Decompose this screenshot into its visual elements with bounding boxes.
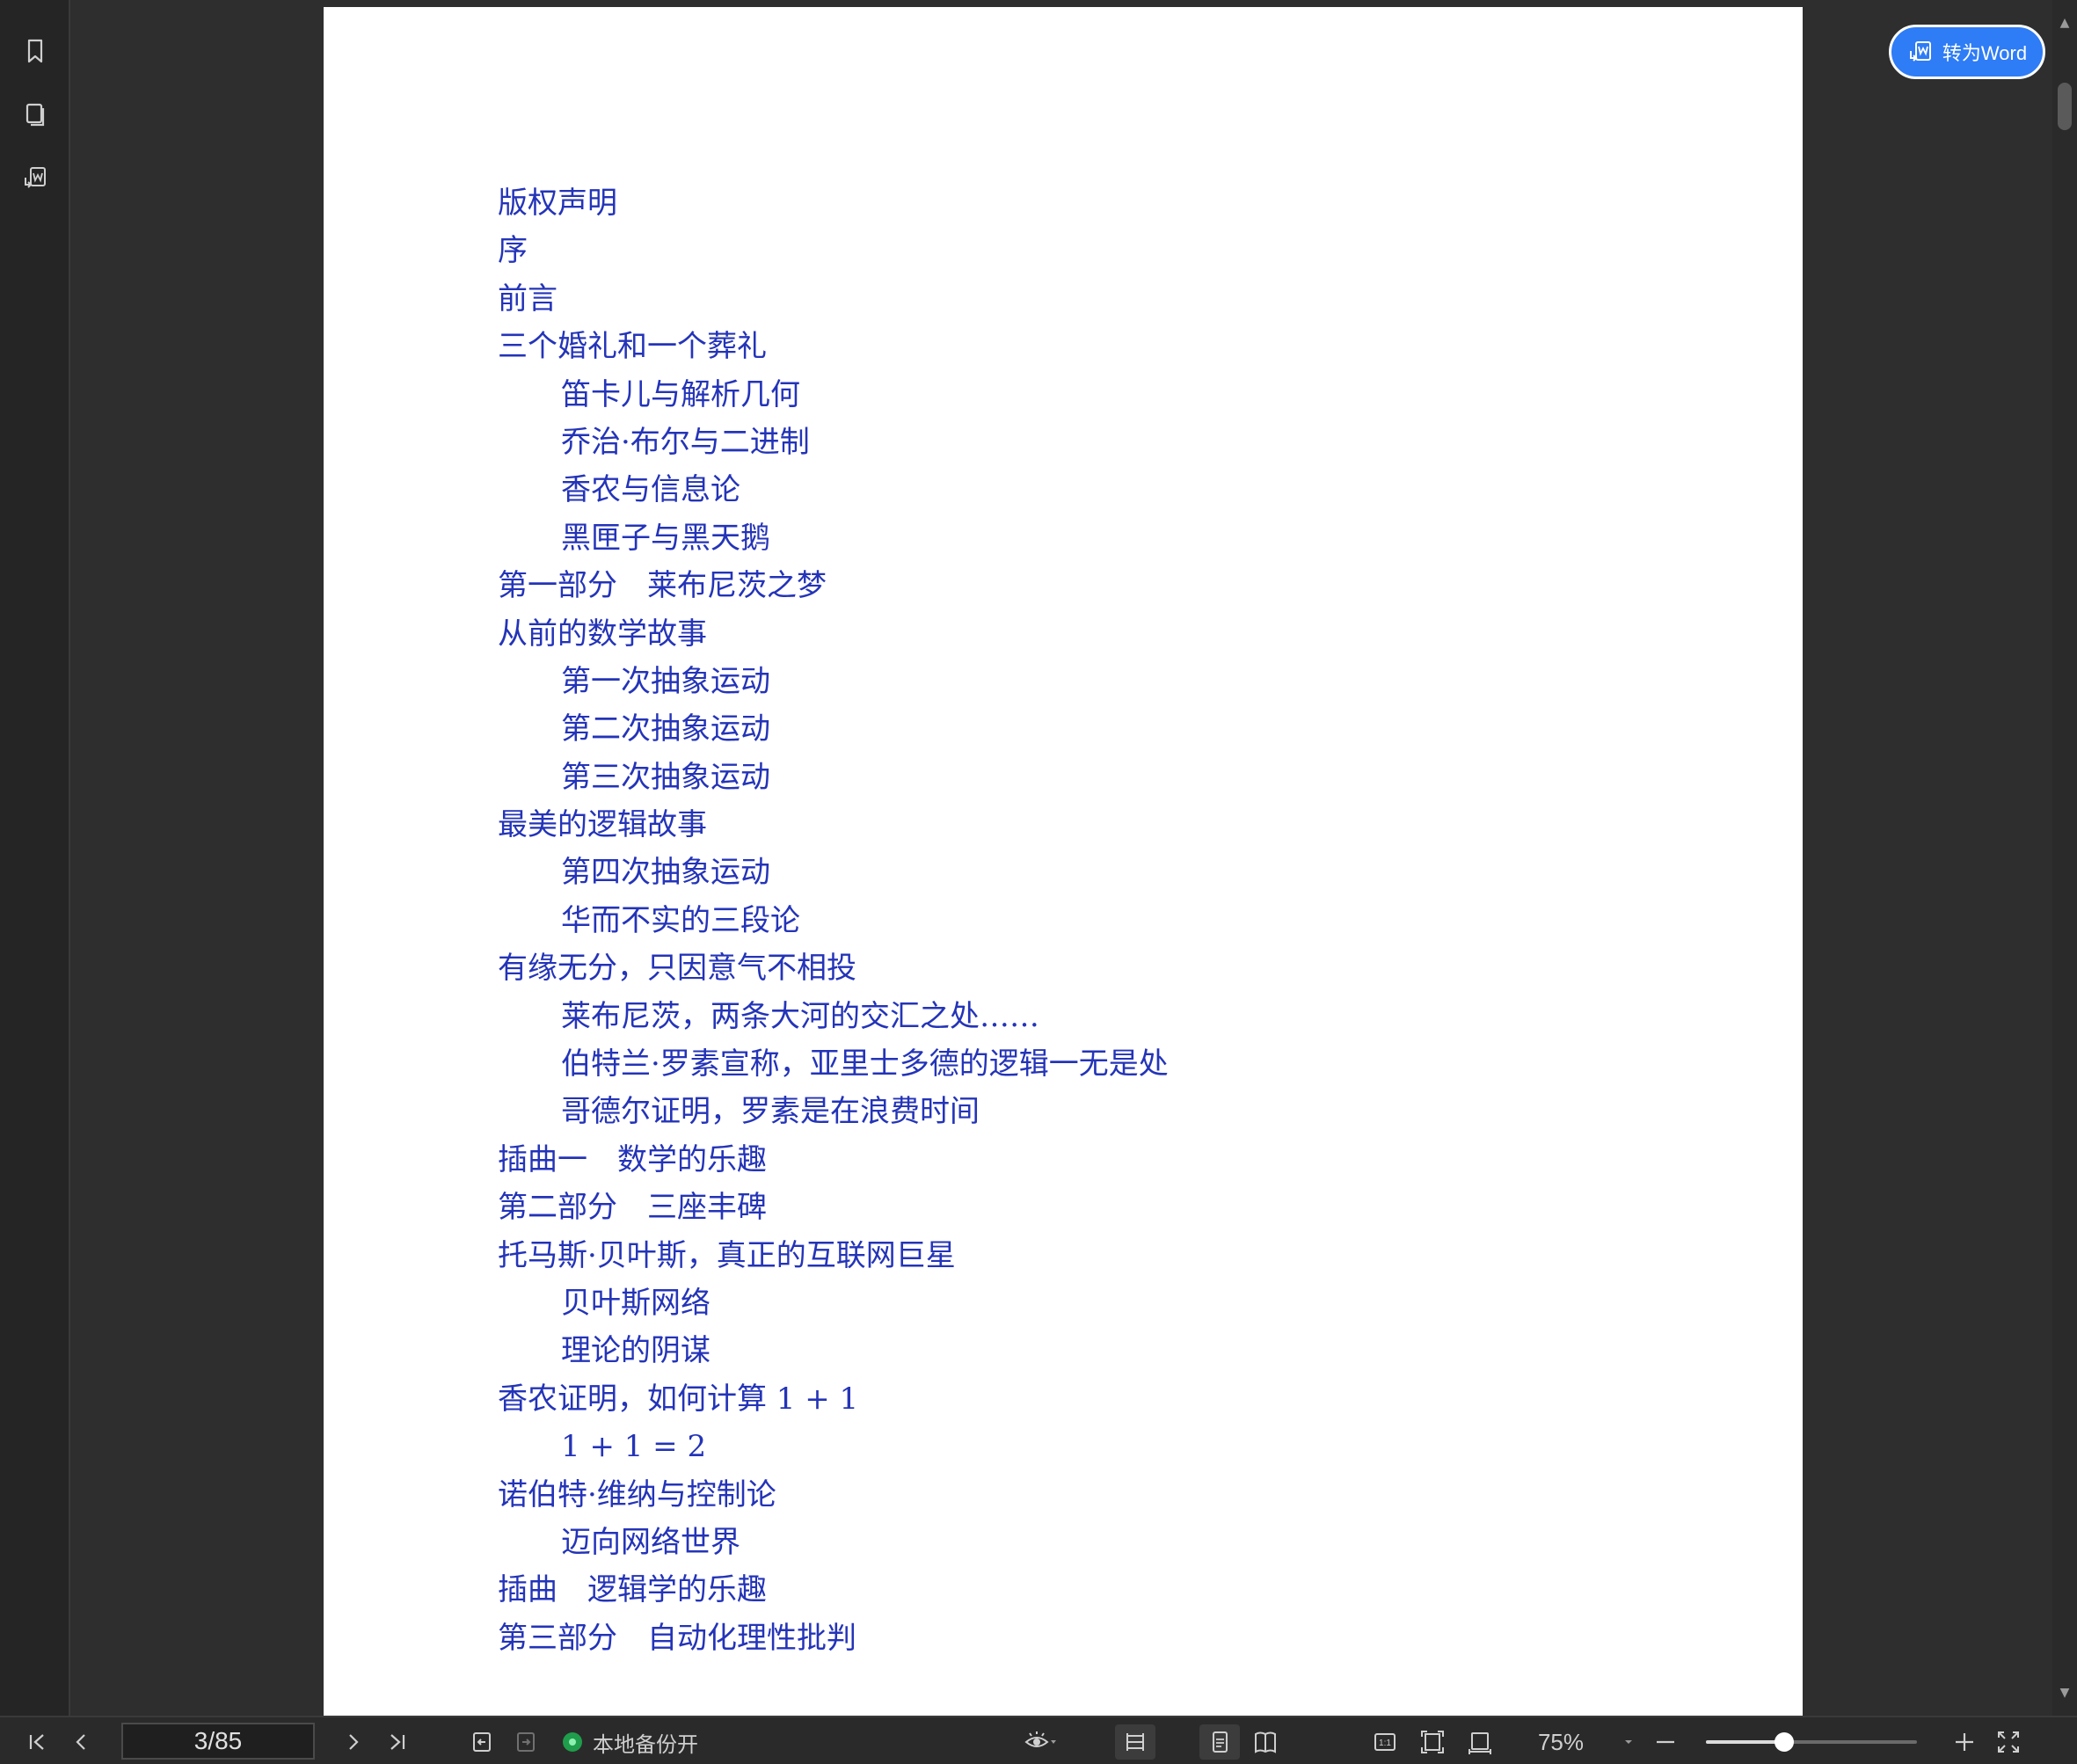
pdf-page: 版权声明序前言 三个婚礼和一个葬礼 笛卡儿与解析几何 乔治·布尔与二进制 香农与信息论黑… — [324, 7, 1803, 1716]
svg-text:1:1: 1:1 — [1379, 1738, 1391, 1748]
single-page-button[interactable] — [1199, 1724, 1240, 1760]
bookmark-icon — [27, 39, 43, 63]
continuous-scroll-icon — [1126, 1733, 1144, 1751]
scroll-down-arrow-icon[interactable]: ▼ — [2058, 1686, 2072, 1700]
first-page-icon — [29, 1734, 44, 1750]
toc-entry[interactable]: 香农与信息论 — [498, 466, 1729, 514]
word-convert-icon — [1909, 41, 1931, 62]
toc-entry[interactable]: 第四次抽象运动 — [498, 849, 1729, 896]
back-history-button[interactable] — [463, 1724, 501, 1760]
chevron-left-icon — [76, 1734, 85, 1750]
document-viewer[interactable]: 版权声明序前言 三个婚礼和一个葬礼 笛卡儿与解析几何 乔治·布尔与二进制 香农与信息论黑… — [72, 0, 2052, 1716]
convert-to-word-button[interactable]: 转为Word — [1889, 25, 2045, 79]
toc-entry[interactable]: 第一次抽象运动 — [498, 658, 1729, 705]
toc-entry[interactable]: 乔治·布尔与二进制 — [498, 419, 1729, 466]
toc-entry[interactable]: 三个婚礼和一个葬礼 — [498, 323, 1729, 370]
last-page-icon — [390, 1734, 405, 1750]
toc-entry[interactable]: 插曲一 数学的乐趣 — [498, 1136, 1729, 1184]
toc-entry[interactable]: 贝叶斯网络 — [498, 1279, 1729, 1327]
toc-entry[interactable]: 黑匣子与黑天鹅 — [498, 514, 1729, 562]
fullscreen-icon — [1998, 1731, 2019, 1753]
toc-entry[interactable]: 笛卡儿与解析几何 — [498, 371, 1729, 419]
toc-entry[interactable]: 最美的逻辑故事 — [498, 801, 1729, 849]
page-number-input[interactable] — [121, 1723, 315, 1760]
zoom-in-button[interactable] — [1947, 1724, 1982, 1760]
actual-size-icon: 1:1 — [1374, 1733, 1396, 1751]
toc-entry[interactable]: 序 — [498, 227, 1729, 274]
plus-icon — [1956, 1733, 1973, 1751]
forward-history-button[interactable] — [506, 1724, 545, 1760]
zoom-slider[interactable] — [1706, 1732, 1917, 1752]
zoom-slider-thumb[interactable] — [1774, 1732, 1794, 1752]
toc-entry[interactable]: 第一部分 莱布尼茨之梦 — [498, 562, 1729, 609]
fit-page-icon — [1421, 1731, 1444, 1753]
scroll-up-arrow-icon[interactable]: ▲ — [2058, 16, 2072, 30]
toc-entry[interactable]: 托马斯·贝叶斯，真正的互联网巨星 — [498, 1232, 1729, 1279]
thumbnails-icon — [26, 103, 45, 127]
toc-entry[interactable]: 迈向网络世界 — [498, 1519, 1729, 1566]
eye-icon — [1024, 1731, 1056, 1747]
back-history-icon — [473, 1732, 491, 1752]
toc-entry[interactable]: 第二部分 三座丰碑 — [498, 1184, 1729, 1231]
zoom-dropdown-button[interactable] — [1613, 1724, 1644, 1760]
actual-size-button[interactable]: 1:1 — [1365, 1724, 1405, 1760]
toc-entry[interactable]: 华而不实的三段论 — [498, 897, 1729, 944]
toc-entry[interactable]: 有缘无分，只因意气不相投 — [498, 944, 1729, 992]
toc-entry[interactable]: 伯特兰·罗素宣称，亚里士多德的逻辑一无是处 — [498, 1040, 1729, 1088]
toc-entry[interactable]: 香农证明，如何计算 1 + 1 — [498, 1375, 1729, 1423]
zoom-slider-fill — [1706, 1740, 1784, 1744]
toc-entry[interactable]: 1 + 1 = 2 — [498, 1423, 1729, 1470]
toc-entry[interactable]: 理论的阴谋 — [498, 1327, 1729, 1374]
eye-protection-button[interactable] — [1017, 1724, 1066, 1760]
forward-history-icon — [517, 1732, 535, 1752]
fit-page-button[interactable] — [1412, 1724, 1453, 1760]
toc-entry[interactable]: 莱布尼茨，两条大河的交汇之处…… — [498, 993, 1729, 1040]
toc-entry[interactable]: 第三部分 自动化理性批判 — [498, 1615, 1729, 1662]
next-page-button[interactable] — [334, 1724, 373, 1760]
zoom-out-button[interactable] — [1648, 1724, 1683, 1760]
toc-entry[interactable]: 前言 — [498, 275, 1729, 323]
thumbnails-button[interactable] — [12, 91, 58, 137]
backup-status-icon — [563, 1732, 582, 1752]
scrollbar-thumb[interactable] — [2058, 83, 2072, 130]
chevron-right-icon — [349, 1734, 359, 1750]
toc-entry[interactable]: 哥德尔证明，罗素是在浪费时间 — [498, 1088, 1729, 1135]
chevron-down-icon — [1625, 1740, 1632, 1744]
toc-entry[interactable]: 第二次抽象运动 — [498, 705, 1729, 753]
double-page-icon — [1255, 1731, 1276, 1753]
local-backup-status[interactable]: 本地备份开 — [563, 1724, 698, 1760]
convert-to-word-label: 转为Word — [1942, 42, 2028, 64]
convert-word-side-button[interactable] — [12, 155, 58, 200]
single-page-icon — [1213, 1731, 1228, 1753]
convert-word-icon — [25, 167, 46, 188]
bottom-toolbar: 本地备份开 — [0, 1716, 2077, 1764]
toc-entry[interactable]: 从前的数学故事 — [498, 610, 1729, 658]
zoom-level-value[interactable]: 75% — [1530, 1724, 1592, 1760]
minus-icon — [1657, 1740, 1674, 1744]
first-page-button[interactable] — [18, 1724, 56, 1760]
backup-status-label: 本地备份开 — [593, 1731, 698, 1757]
fit-width-icon — [1468, 1732, 1491, 1754]
fullscreen-button[interactable] — [1989, 1724, 2028, 1760]
previous-page-button[interactable] — [62, 1724, 100, 1760]
toc-entry[interactable]: 插曲 逻辑学的乐趣 — [498, 1566, 1729, 1614]
last-page-button[interactable] — [378, 1724, 417, 1760]
pdf-reader-window: 版权声明序前言 三个婚礼和一个葬礼 笛卡儿与解析几何 乔治·布尔与二进制 香农与信息论黑… — [0, 0, 2077, 1764]
left-sidebar — [0, 0, 70, 1716]
bookmark-button[interactable] — [12, 28, 58, 74]
toc-entry[interactable]: 诺伯特·维纳与控制论 — [498, 1471, 1729, 1519]
continuous-scroll-button[interactable] — [1115, 1724, 1155, 1760]
double-page-button[interactable] — [1245, 1724, 1286, 1760]
vertical-scrollbar[interactable]: ▲ ▼ — [2052, 0, 2077, 1716]
toc-entry[interactable]: 第三次抽象运动 — [498, 754, 1729, 801]
toc-entry[interactable]: 版权声明 — [498, 179, 1729, 227]
table-of-contents: 版权声明序前言 三个婚礼和一个葬礼 笛卡儿与解析几何 乔治·布尔与二进制 香农与信息论黑… — [498, 179, 1729, 1662]
fit-width-button[interactable] — [1460, 1724, 1500, 1760]
